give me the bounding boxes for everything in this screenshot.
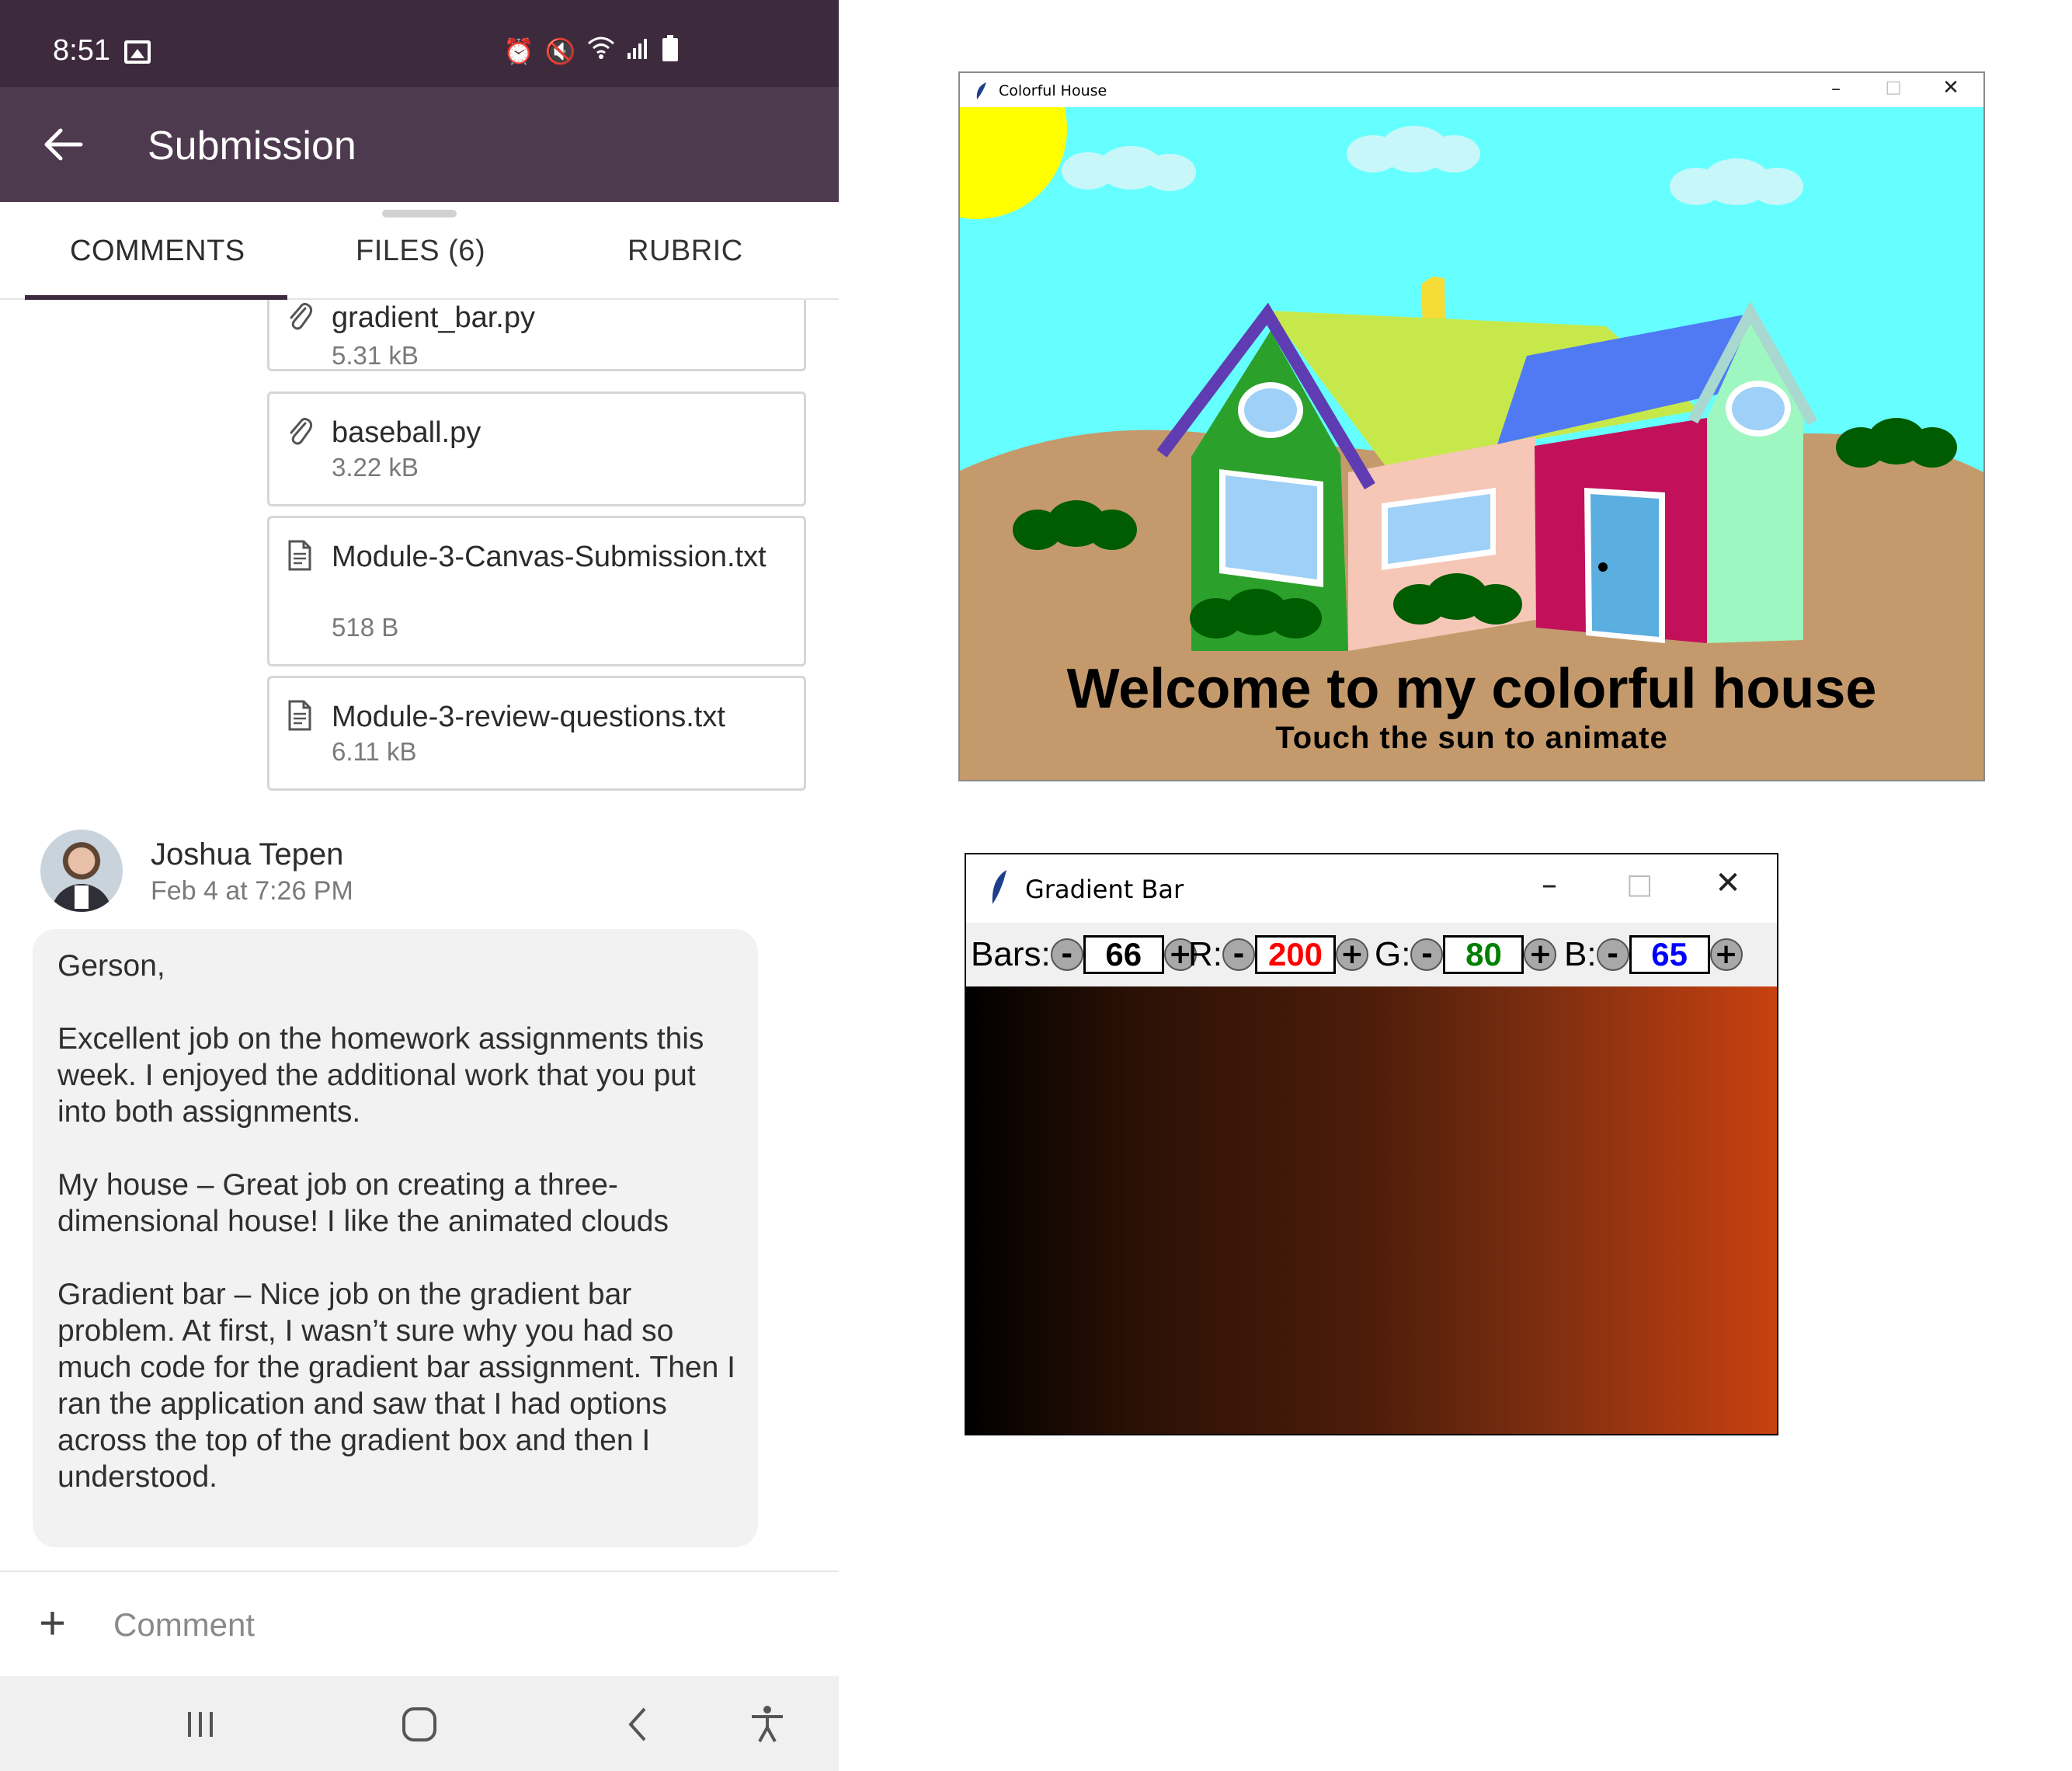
accessibility-icon[interactable] [747, 1704, 787, 1745]
bars-value[interactable]: 66 [1083, 935, 1164, 974]
blue-value[interactable]: 65 [1629, 935, 1710, 974]
red-value[interactable]: 200 [1255, 935, 1336, 974]
home-icon[interactable] [399, 1704, 440, 1745]
avatar[interactable] [40, 830, 123, 912]
alarm-icon: ⏰ [503, 37, 534, 65]
signal-icon [626, 36, 651, 68]
back-arrow-icon[interactable] [39, 121, 85, 168]
add-attachment-icon[interactable]: + [39, 1600, 66, 1647]
system-nav-bar [0, 1676, 839, 1771]
file-size: 3.22 kB [332, 453, 419, 482]
window-title: Gradient Bar [1025, 875, 1184, 904]
house-canvas[interactable]: Welcome to my colorful house Touch the s… [960, 107, 1983, 780]
gallery-notification-icon [124, 40, 151, 64]
app-bar: Submission [0, 87, 839, 202]
tab-comments[interactable]: COMMENTS [70, 235, 245, 268]
file-size: 6.11 kB [332, 737, 417, 766]
tab-rubric[interactable]: RUBRIC [628, 235, 743, 268]
cloud-1 [1062, 146, 1196, 191]
file-name: gradient_bar.py [332, 301, 535, 334]
bars-label: Bars: [971, 935, 1051, 973]
window-titlebar: Colorful House – □ ✕ [960, 73, 1983, 107]
comment-author: Joshua Tepen [151, 837, 344, 872]
sun[interactable] [960, 107, 1067, 219]
bars-control: Bars: - 66 + [971, 923, 1197, 986]
blue-minus-button[interactable]: - [1596, 938, 1629, 971]
comment-bar: + [0, 1571, 839, 1676]
file-name: Module-3-review-questions.txt [332, 701, 725, 733]
bush-right [1836, 418, 1957, 468]
attachment-baseball[interactable]: baseball.py 3.22 kB [267, 391, 806, 506]
attachment-canvas-submission[interactable]: Module-3-Canvas-Submission.txt 518 B [267, 516, 806, 666]
animate-hint-text: Touch the sun to animate [1275, 721, 1668, 755]
green-plus-button[interactable]: + [1524, 938, 1557, 971]
door-knob [1598, 562, 1608, 572]
tk-feather-icon [976, 82, 986, 99]
red-plus-button[interactable]: + [1336, 938, 1368, 971]
page-title: Submission [148, 124, 356, 169]
cloud-2 [1347, 126, 1480, 172]
close-button[interactable]: ✕ [1709, 865, 1747, 901]
comment-message: Gerson, Excellent job on the homework as… [57, 949, 735, 1494]
window-title: Colorful House [999, 82, 1107, 99]
green-value[interactable]: 80 [1443, 935, 1524, 974]
paperclip-icon [290, 417, 313, 445]
blue-plus-button[interactable]: + [1709, 938, 1743, 971]
cloud-3 [1670, 158, 1803, 205]
tab-bar: COMMENTS FILES (6) RUBRIC [0, 202, 839, 300]
window-left [1225, 475, 1317, 579]
document-icon [288, 540, 311, 571]
window-round-right [1732, 387, 1785, 430]
status-icons: ⏰ 🔇 [503, 34, 679, 68]
file-name: Module-3-Canvas-Submission.txt [332, 541, 767, 573]
phone-screen: 8:51 ⏰ 🔇 Submission COMMENTS FILES (6) R… [0, 0, 839, 1771]
mute-icon: 🔇 [544, 37, 576, 65]
status-time: 8:51 [53, 34, 110, 67]
bars-minus-button[interactable]: - [1050, 938, 1083, 971]
red-label: R: [1188, 935, 1222, 973]
tk-feather-icon [992, 870, 1006, 904]
blue-control: B: - 65 + [1564, 923, 1743, 986]
battery-icon [662, 34, 679, 68]
green-label: G: [1375, 935, 1411, 973]
colorful-house-window: Colorful House – □ ✕ Welcome to my color… [958, 71, 1985, 781]
file-size: 5.31 kB [332, 341, 419, 370]
tab-files[interactable]: FILES (6) [356, 235, 485, 268]
minimize-button[interactable]: – [1820, 78, 1851, 99]
minimize-button[interactable]: – [1530, 867, 1569, 903]
attachment-gradient-bar[interactable]: gradient_bar.py 5.31 kB [267, 300, 806, 371]
maximize-button[interactable]: □ [1620, 868, 1659, 900]
gradient-bar-window: Gradient Bar – □ ✕ Bars: - 66 + R: - 200… [965, 853, 1778, 1435]
comment-bubble: Gerson, Excellent job on the homework as… [33, 929, 758, 1547]
drag-handle[interactable] [382, 210, 457, 217]
window-titlebar: Gradient Bar – □ ✕ [966, 854, 1777, 923]
file-size: 518 B [332, 613, 399, 642]
comments-content: gradient_bar.py 5.31 kB baseball.py 3.22… [0, 300, 839, 1574]
red-minus-button[interactable]: - [1222, 938, 1255, 971]
attachment-review-questions[interactable]: Module-3-review-questions.txt 6.11 kB [267, 676, 806, 791]
back-nav-icon[interactable] [618, 1704, 659, 1745]
red-control: R: - 200 + [1188, 923, 1368, 986]
green-minus-button[interactable]: - [1410, 938, 1444, 971]
blue-label: B: [1564, 935, 1597, 973]
recent-apps-icon[interactable] [180, 1704, 221, 1745]
avatar-collar [75, 886, 89, 909]
gradient-canvas [966, 986, 1777, 1434]
status-bar: 8:51 ⏰ 🔇 [0, 0, 839, 87]
close-button[interactable]: ✕ [1935, 76, 1966, 99]
gradient-controls: Bars: - 66 + R: - 200 + G: - 80 + B: - 6… [966, 923, 1777, 986]
green-control: G: - 80 + [1375, 923, 1557, 986]
paperclip-icon [290, 302, 313, 330]
comment-input[interactable] [113, 1602, 797, 1648]
comment-date: Feb 4 at 7:26 PM [151, 876, 353, 906]
window-round-left [1244, 388, 1297, 432]
welcome-text: Welcome to my colorful house [1066, 658, 1877, 720]
file-name: baseball.py [332, 416, 481, 449]
wifi-icon [587, 36, 615, 68]
document-icon [288, 700, 311, 731]
maximize-button[interactable]: □ [1878, 78, 1909, 97]
